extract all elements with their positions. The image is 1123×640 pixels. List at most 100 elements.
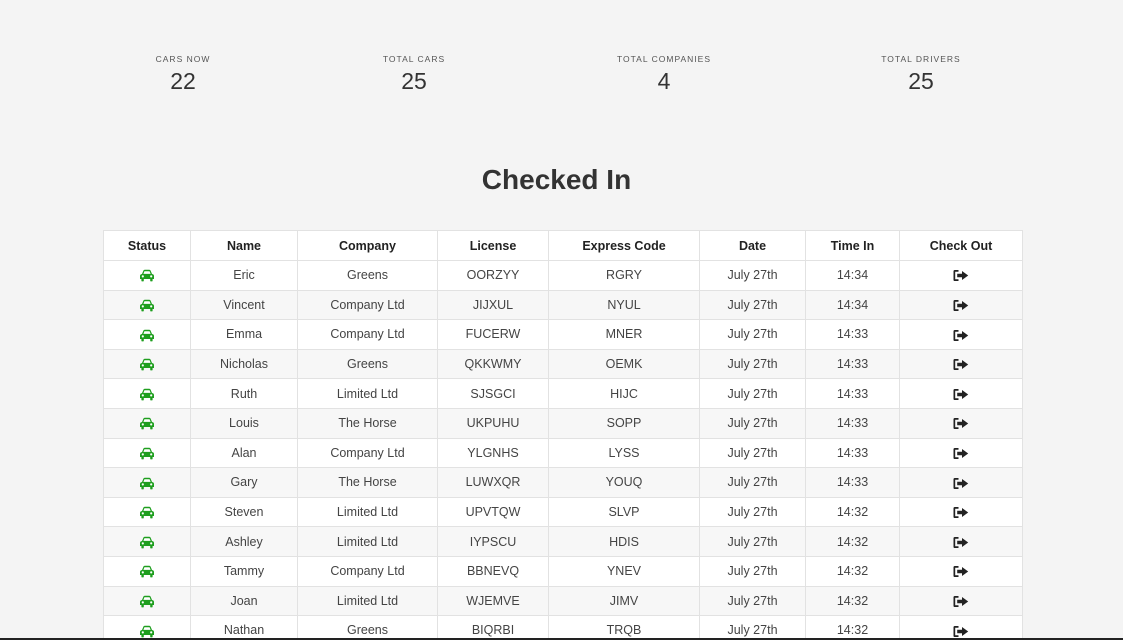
date-cell: July 27th xyxy=(699,407,806,439)
name-cell: Emma xyxy=(190,319,298,350)
date-cell: July 27th xyxy=(699,585,806,617)
car-icon xyxy=(139,505,155,519)
time-in-cell: 14:32 xyxy=(805,526,900,557)
date-cell: July 27th xyxy=(699,319,806,350)
page-title: Checked In xyxy=(481,164,632,195)
car-icon xyxy=(139,446,155,460)
column-header-check-out[interactable]: Check Out xyxy=(899,230,1023,261)
check-out-cell[interactable] xyxy=(899,496,1023,528)
time-in-cell: 14:32 xyxy=(805,615,900,640)
column-header-name[interactable]: Name xyxy=(190,230,298,261)
date-cell: July 27th xyxy=(699,615,806,640)
stat-cars-now: CARS NOW 22 xyxy=(103,53,263,94)
sign-out-icon[interactable] xyxy=(953,416,969,430)
time-in-cell: 14:33 xyxy=(805,467,900,498)
license-cell: LUWXQR xyxy=(437,467,549,498)
name-cell: Vincent xyxy=(190,289,298,321)
car-icon xyxy=(139,623,155,637)
name-cell: Eric xyxy=(190,260,298,291)
check-out-cell[interactable] xyxy=(899,260,1023,291)
sign-out-icon[interactable] xyxy=(953,475,969,489)
check-out-cell[interactable] xyxy=(899,348,1023,380)
express-code-cell: OEMK xyxy=(548,348,700,380)
name-cell: Ruth xyxy=(190,378,298,409)
table-row: Eric Greens OORZYY RGRY July 27th 14:34 xyxy=(103,260,1023,291)
company-cell: The Horse xyxy=(297,407,438,439)
car-icon xyxy=(139,327,155,341)
table-header-row: Status Name Company License Express Code… xyxy=(103,230,1023,261)
company-cell: Limited Ltd xyxy=(297,378,438,409)
license-cell: BBNEVQ xyxy=(437,555,549,587)
date-cell: July 27th xyxy=(699,348,806,380)
column-header-date[interactable]: Date xyxy=(699,230,806,261)
sign-out-icon[interactable] xyxy=(953,298,969,312)
license-cell: UKPUHU xyxy=(437,407,549,439)
sign-out-icon[interactable] xyxy=(953,387,969,401)
status-cell xyxy=(103,496,191,528)
license-cell: IYPSCU xyxy=(437,526,549,557)
car-icon xyxy=(139,387,155,401)
stats-bar: CARS NOW 22 TOTAL CARS 25 TOTAL COMPANIE… xyxy=(0,53,1123,103)
check-out-cell[interactable] xyxy=(899,467,1023,498)
date-cell: July 27th xyxy=(699,260,806,291)
table-row: Vincent Company Ltd JIJXUL NYUL July 27th 14:… xyxy=(103,289,1023,321)
status-cell xyxy=(103,348,191,380)
check-out-cell[interactable] xyxy=(899,289,1023,321)
sign-out-icon[interactable] xyxy=(953,564,969,578)
license-cell: YLGNHS xyxy=(437,437,549,469)
stat-label: CARS NOW xyxy=(155,54,211,64)
table-row: Joan Limited Ltd WJEMVE JIMV July 27th 14:32 xyxy=(103,585,1023,617)
column-header-license[interactable]: License xyxy=(437,230,549,261)
stat-label: TOTAL COMPANIES xyxy=(616,54,712,64)
express-code-cell: NYUL xyxy=(548,289,700,321)
sign-out-icon[interactable] xyxy=(953,594,969,608)
express-code-cell: RGRY xyxy=(548,260,700,291)
car-icon xyxy=(139,298,155,312)
license-cell: QKKWMY xyxy=(437,348,549,380)
sign-out-icon[interactable] xyxy=(953,327,969,341)
name-cell: Louis xyxy=(190,407,298,439)
sign-out-icon[interactable] xyxy=(953,505,969,519)
sign-out-icon[interactable] xyxy=(953,357,969,371)
check-out-cell[interactable] xyxy=(899,437,1023,469)
table-row: Louis The Horse UKPUHU SOPP July 27th 14:33 xyxy=(103,407,1023,439)
check-out-cell[interactable] xyxy=(899,378,1023,409)
check-out-cell[interactable] xyxy=(899,526,1023,557)
name-cell: Nathan xyxy=(190,615,298,640)
time-in-cell: 14:34 xyxy=(805,289,900,321)
sign-out-icon[interactable] xyxy=(953,623,969,637)
car-icon xyxy=(139,564,155,578)
license-cell: JIJXUL xyxy=(437,289,549,321)
name-cell: Alan xyxy=(190,437,298,469)
company-cell: Greens xyxy=(297,260,438,291)
status-cell xyxy=(103,526,191,557)
status-cell xyxy=(103,467,191,498)
car-icon xyxy=(139,475,155,489)
time-in-cell: 14:32 xyxy=(805,555,900,587)
check-out-cell[interactable] xyxy=(899,319,1023,350)
sign-out-icon[interactable] xyxy=(953,446,969,460)
sign-out-icon[interactable] xyxy=(953,535,969,549)
car-icon xyxy=(139,416,155,430)
express-code-cell: TRQB xyxy=(548,615,700,640)
status-cell xyxy=(103,378,191,409)
status-cell xyxy=(103,319,191,350)
column-header-company[interactable]: Company xyxy=(297,230,438,261)
check-out-cell[interactable] xyxy=(899,407,1023,439)
check-out-cell[interactable] xyxy=(899,555,1023,587)
check-out-cell[interactable] xyxy=(899,585,1023,617)
express-code-cell: HIJC xyxy=(548,378,700,409)
express-code-cell: LYSS xyxy=(548,437,700,469)
check-out-cell[interactable] xyxy=(899,615,1023,640)
column-header-express-code[interactable]: Express Code xyxy=(548,230,700,261)
column-header-time-in[interactable]: Time In xyxy=(805,230,900,261)
table-row: Nathan Greens BIQRBI TRQB July 27th 14:32 xyxy=(103,615,1023,640)
column-header-status[interactable]: Status xyxy=(103,230,191,261)
table-row: Steven Limited Ltd UPVTQW SLVP July 27th 14:3… xyxy=(103,496,1023,528)
sign-out-icon[interactable] xyxy=(953,268,969,282)
stat-value: 25 xyxy=(401,68,427,94)
status-cell xyxy=(103,585,191,617)
stat-label: TOTAL CARS xyxy=(382,54,446,64)
status-cell xyxy=(103,615,191,640)
express-code-cell: MNER xyxy=(548,319,700,350)
